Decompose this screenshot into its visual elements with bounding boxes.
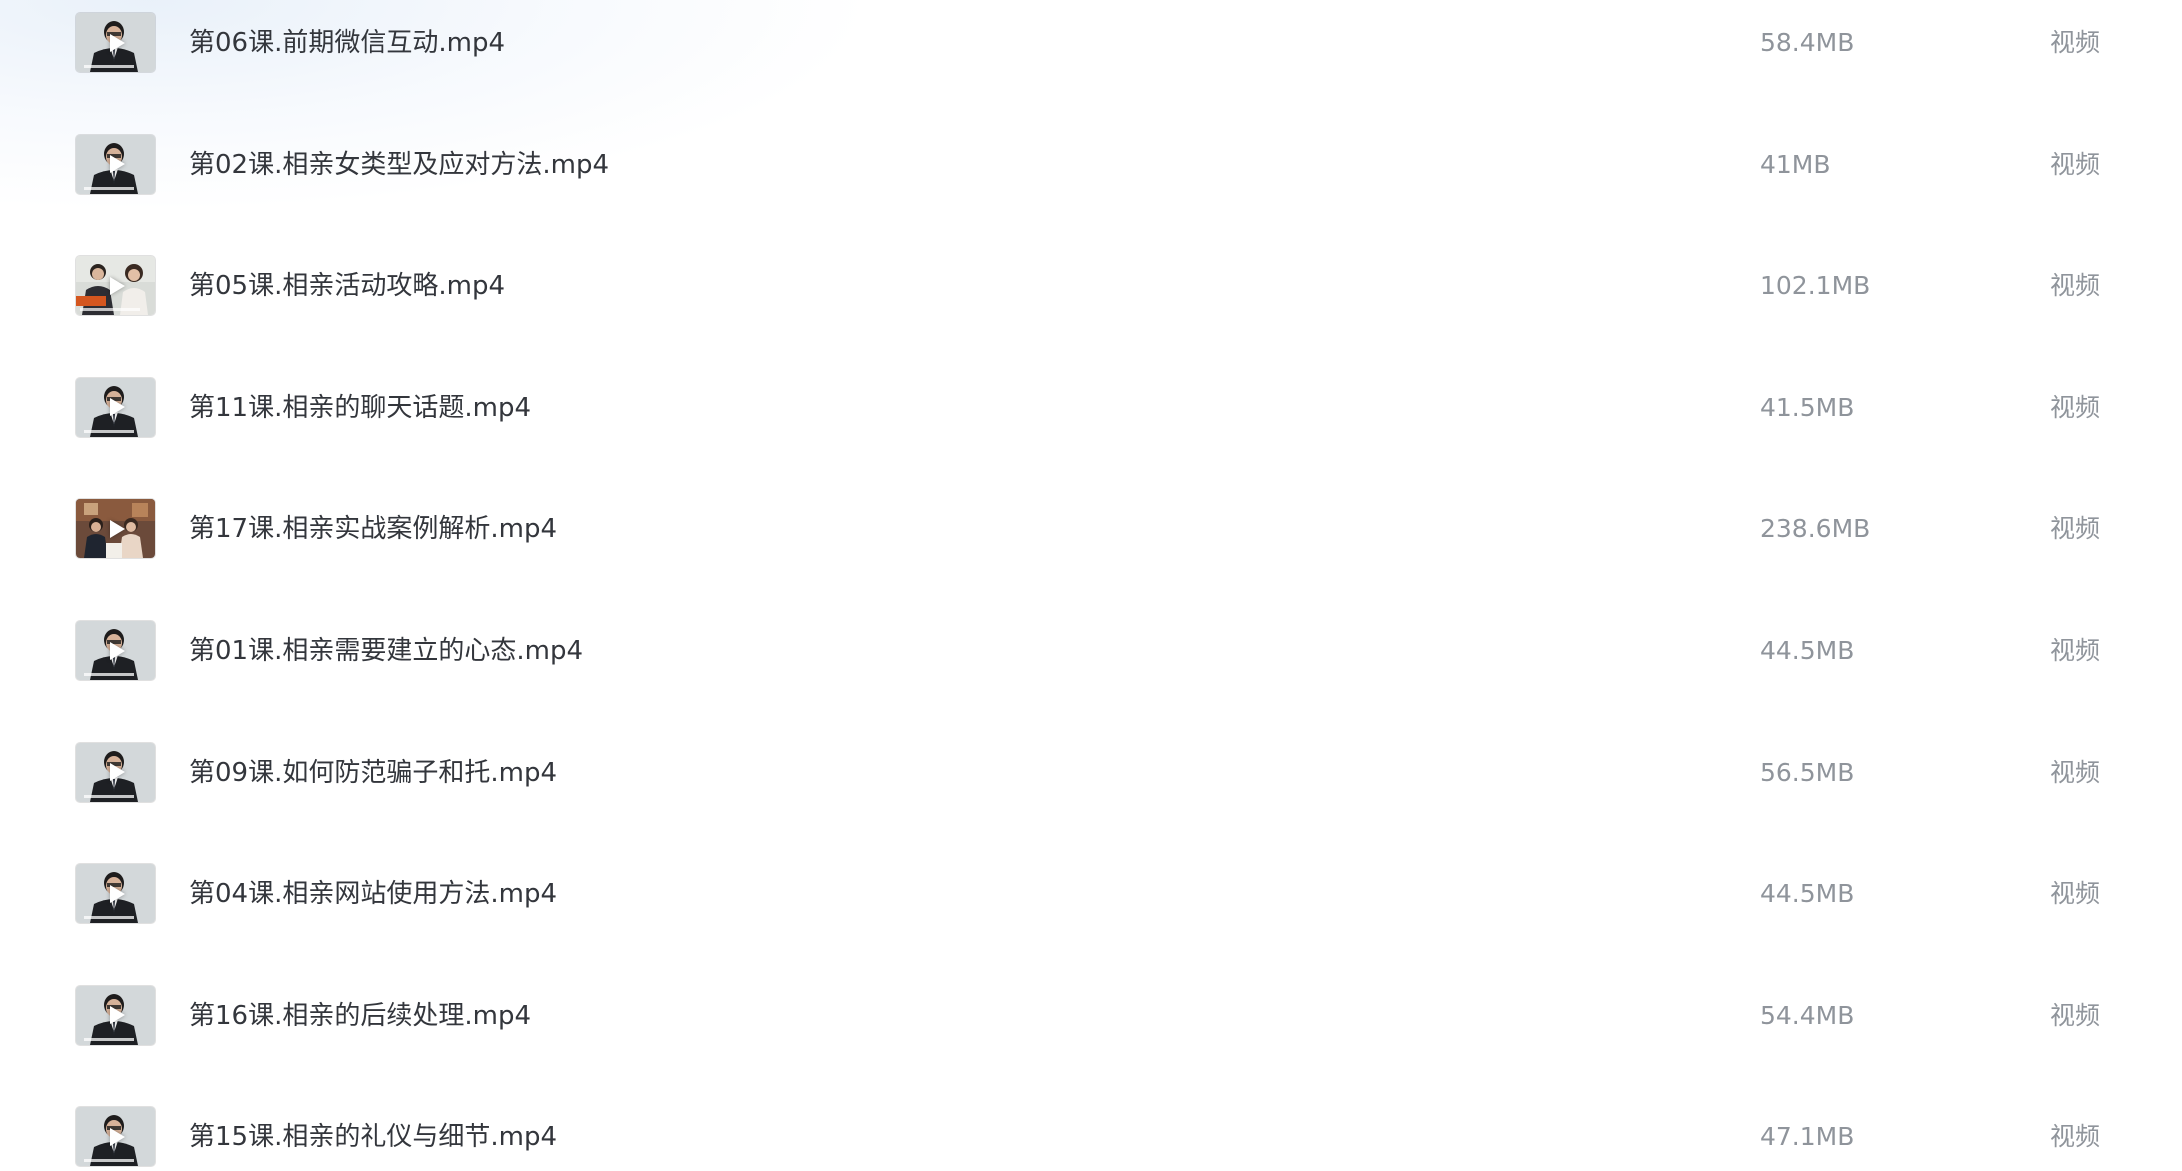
file-name[interactable]: 第05课.相亲活动攻略.mp4 [189, 267, 505, 305]
video-thumbnail-man-suit[interactable] [76, 742, 155, 802]
file-type: 视频 [2050, 757, 2101, 787]
file-type: 视频 [2050, 149, 2101, 179]
play-icon [109, 519, 125, 538]
file-name[interactable]: 第09课.如何防范骗子和托.mp4 [189, 754, 557, 792]
file-name[interactable]: 第15课.相亲的礼仪与细节.mp4 [189, 1118, 557, 1156]
file-type: 视频 [2050, 514, 2101, 544]
file-size: 41.5MB [1760, 392, 1855, 422]
file-size: 238.6MB [1760, 514, 1871, 544]
video-thumbnail-man-suit[interactable] [76, 13, 155, 72]
video-thumbnail-man-suit[interactable] [76, 1107, 155, 1167]
file-size: 44.5MB [1760, 879, 1855, 909]
file-row[interactable]: 第05课.相亲活动攻略.mp4 102.1MB 视频 [0, 242, 2182, 363]
file-type: 视频 [2050, 392, 2101, 422]
video-thumbnail-man-suit[interactable] [76, 985, 155, 1045]
video-thumbnail-two-people[interactable] [76, 256, 155, 316]
file-size: 56.5MB [1760, 757, 1855, 787]
file-type: 视频 [2050, 636, 2101, 665]
file-list-page: 第06课.前期微信互动.mp4 58.4MB 视频 第02课.相亲女类型及应对方… [0, 0, 2182, 1171]
file-size: 41MB [1760, 149, 1831, 179]
file-type: 视频 [2050, 271, 2101, 301]
play-icon [109, 33, 125, 52]
file-name[interactable]: 第16课.相亲的后续处理.mp4 [189, 997, 531, 1035]
file-name[interactable]: 第01课.相亲需要建立的心态.mp4 [189, 632, 583, 670]
file-name[interactable]: 第11课.相亲的聊天话题.mp4 [189, 389, 531, 427]
file-type: 视频 [2050, 1122, 2101, 1152]
file-row[interactable]: 第01课.相亲需要建立的心态.mp4 44.5MB 视频 [0, 607, 2182, 728]
play-icon [109, 155, 125, 174]
video-thumbnail-man-suit[interactable] [76, 864, 155, 924]
play-icon [109, 1127, 125, 1146]
file-row[interactable]: 第04课.相亲网站使用方法.mp4 44.5MB 视频 [0, 850, 2182, 971]
video-thumbnail-man-suit[interactable] [76, 377, 155, 437]
file-name[interactable]: 第17课.相亲实战案例解析.mp4 [189, 510, 557, 548]
file-size: 44.5MB [1760, 636, 1855, 665]
file-size: 58.4MB [1760, 28, 1855, 57]
video-thumbnail-man-suit[interactable] [76, 621, 155, 680]
play-icon [109, 763, 125, 782]
file-row[interactable]: 第17课.相亲实战案例解析.mp4 238.6MB 视频 [0, 485, 2182, 606]
file-row[interactable]: 第02课.相亲女类型及应对方法.mp4 41MB 视频 [0, 121, 2182, 242]
file-size: 54.4MB [1760, 1000, 1855, 1030]
file-row[interactable]: 第11课.相亲的聊天话题.mp4 41.5MB 视频 [0, 364, 2182, 485]
play-icon [109, 398, 125, 417]
video-thumbnail-man-suit[interactable] [76, 134, 155, 194]
file-row[interactable]: 第06课.前期微信互动.mp4 58.4MB 视频 [0, 0, 2182, 120]
file-type: 视频 [2050, 1000, 2101, 1030]
file-type: 视频 [2050, 879, 2101, 909]
file-name[interactable]: 第06课.前期微信互动.mp4 [189, 24, 505, 62]
file-type: 视频 [2050, 28, 2101, 57]
file-name[interactable]: 第02课.相亲女类型及应对方法.mp4 [189, 146, 609, 184]
file-row[interactable]: 第16课.相亲的后续处理.mp4 54.4MB 视频 [0, 972, 2182, 1093]
play-icon [109, 641, 125, 660]
file-size: 47.1MB [1760, 1122, 1855, 1152]
file-size: 102.1MB [1760, 271, 1871, 301]
play-icon [109, 884, 125, 903]
file-row[interactable]: 第09课.如何防范骗子和托.mp4 56.5MB 视频 [0, 729, 2182, 850]
video-thumbnail-cafe-scene[interactable] [76, 499, 155, 559]
play-icon [109, 276, 125, 295]
file-name[interactable]: 第04课.相亲网站使用方法.mp4 [189, 875, 557, 913]
file-row[interactable]: 第15课.相亲的礼仪与细节.mp4 47.1MB 视频 [0, 1093, 2182, 1171]
play-icon [109, 1006, 125, 1025]
